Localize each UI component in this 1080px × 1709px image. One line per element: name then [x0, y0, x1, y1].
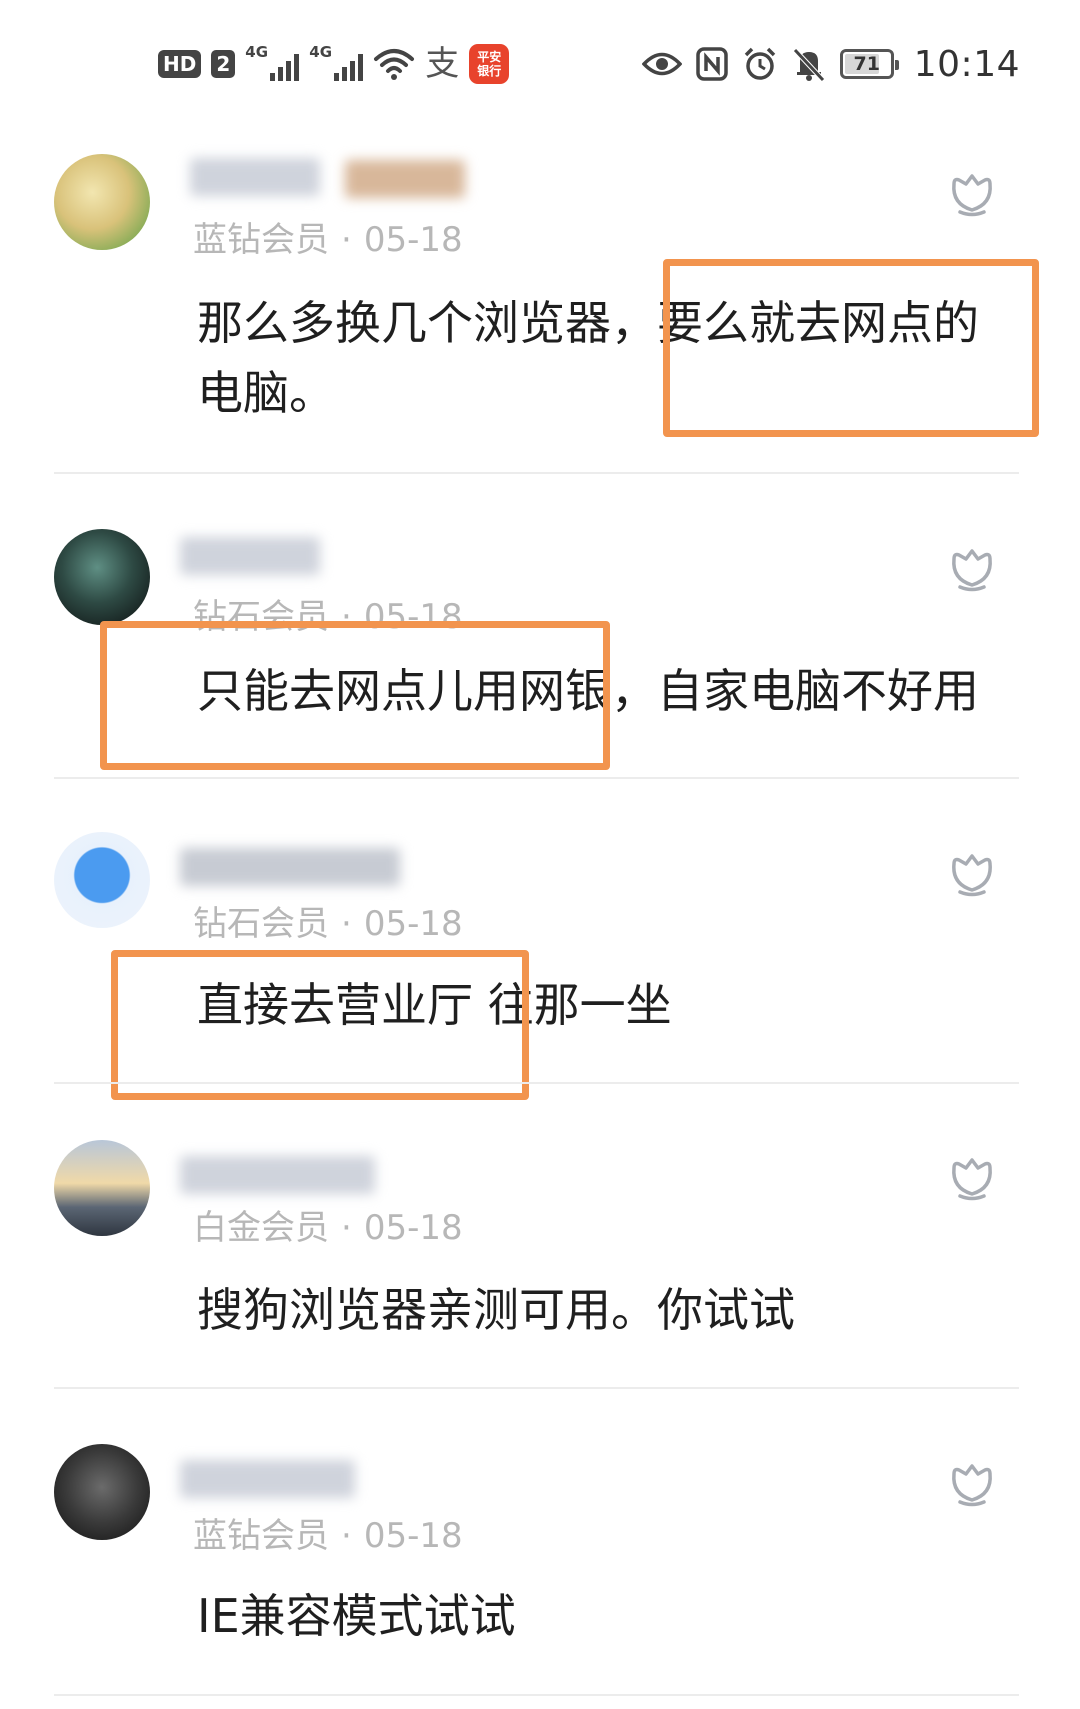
- comment-line: 只能去网点儿用网银，自家电脑不好用: [197, 664, 979, 718]
- comment-line: 搜狗浏览器亲测可用。你试试: [197, 1283, 795, 1337]
- comment-item[interactable]: 钻石会员 · 05-18 只能去网点儿用网银，自家电脑不好用: [0, 515, 1080, 775]
- comment-meta: 钻石会员 · 05-18: [193, 589, 463, 638]
- comment-text: IE兼容模式试试: [197, 1581, 516, 1651]
- avatar[interactable]: [54, 1444, 150, 1540]
- comment-line: 那么多换几个浏览器，要么就去网点的: [197, 296, 979, 350]
- divider: [54, 777, 1019, 779]
- username-blurred[interactable]: [180, 848, 400, 886]
- wifi-icon: [373, 47, 415, 81]
- comment-item[interactable]: 白金会员 · 05-18 搜狗浏览器亲测可用。你试试: [0, 1126, 1080, 1386]
- avatar[interactable]: [54, 529, 150, 625]
- comment-date: 05-18: [363, 1516, 463, 1556]
- status-bar: HD 2 4G 4G 支 平安 银行 71 10:14: [0, 0, 1080, 120]
- divider: [54, 1387, 1019, 1389]
- comment-item[interactable]: 蓝钻会员 · 05-18 IE兼容模式试试: [0, 1430, 1080, 1700]
- divider: [54, 472, 1019, 474]
- battery-percent: 71: [853, 53, 880, 75]
- hd-icon: HD: [158, 50, 202, 78]
- meta-separator: ·: [341, 1516, 352, 1556]
- comment-meta: 蓝钻会员 · 05-18: [193, 1508, 463, 1557]
- alarm-icon: [742, 46, 778, 82]
- comment-item[interactable]: 蓝钻会员 · 05-18 那么多换几个浏览器，要么就去网点的 电脑。: [0, 140, 1080, 480]
- username-blurred[interactable]: [190, 158, 320, 196]
- signal-icon: 4G: [245, 43, 300, 83]
- bank-app-line1: 平安: [477, 50, 502, 64]
- comment-line: 电脑。: [197, 366, 335, 420]
- comment-date: 05-18: [363, 904, 463, 944]
- divider: [54, 1082, 1019, 1084]
- comment-text: 直接去营业厅 往那一坐: [197, 970, 672, 1040]
- eye-icon: [641, 49, 682, 79]
- like-icon[interactable]: [948, 1154, 996, 1202]
- avatar[interactable]: [54, 832, 150, 928]
- like-icon[interactable]: [948, 170, 996, 218]
- meta-separator: ·: [341, 1208, 352, 1248]
- username-blurred[interactable]: [180, 1460, 355, 1498]
- comment-date: 05-18: [363, 220, 463, 260]
- comment-meta: 白金会员 · 05-18: [193, 1200, 463, 1249]
- meta-separator: ·: [341, 220, 352, 260]
- comment-text: 只能去网点儿用网银，自家电脑不好用: [197, 656, 979, 726]
- meta-separator: ·: [341, 904, 352, 944]
- meta-separator: ·: [341, 597, 352, 637]
- sim-icon: 2: [211, 50, 236, 78]
- alipay-icon: 支: [425, 44, 460, 84]
- member-level: 白金会员: [193, 1208, 329, 1248]
- nfc-icon: [696, 47, 728, 81]
- avatar[interactable]: [54, 154, 150, 250]
- clock: 10:14: [913, 43, 1020, 85]
- comment-date: 05-18: [363, 597, 463, 637]
- member-level: 蓝钻会员: [193, 220, 329, 260]
- status-bar-right: 71 10:14: [641, 40, 1020, 88]
- battery-icon: 71: [839, 49, 899, 79]
- network-type-label: 4G: [309, 43, 333, 61]
- bank-app-icon: 平安 银行: [469, 44, 510, 84]
- username-blurred[interactable]: [345, 160, 465, 198]
- member-level: 钻石会员: [193, 904, 329, 944]
- member-level: 钻石会员: [193, 597, 329, 637]
- signal-icon: 4G: [309, 43, 364, 83]
- comment-line: 直接去营业厅 往那一坐: [197, 978, 672, 1032]
- comment-item[interactable]: 钻石会员 · 05-18 直接去营业厅 往那一坐: [0, 820, 1080, 1080]
- like-icon[interactable]: [948, 850, 996, 898]
- like-icon[interactable]: [948, 545, 996, 593]
- comment-meta: 钻石会员 · 05-18: [193, 896, 463, 945]
- network-type-label: 4G: [245, 43, 269, 61]
- avatar[interactable]: [54, 1140, 150, 1236]
- comment-date: 05-18: [363, 1208, 463, 1248]
- like-icon[interactable]: [948, 1460, 996, 1508]
- comment-line: IE兼容模式试试: [197, 1589, 516, 1643]
- comment-meta: 蓝钻会员 · 05-18: [193, 212, 463, 261]
- comment-text: 那么多换几个浏览器，要么就去网点的 电脑。: [197, 288, 979, 428]
- bank-app-line2: 银行: [477, 64, 502, 78]
- comment-text: 搜狗浏览器亲测可用。你试试: [197, 1275, 795, 1345]
- member-level: 蓝钻会员: [193, 1516, 329, 1556]
- mute-icon: [792, 46, 826, 82]
- username-blurred[interactable]: [180, 1156, 375, 1194]
- divider: [54, 1694, 1019, 1696]
- status-bar-left: HD 2 4G 4G 支 平安 银行: [158, 43, 510, 84]
- username-blurred[interactable]: [180, 537, 320, 575]
